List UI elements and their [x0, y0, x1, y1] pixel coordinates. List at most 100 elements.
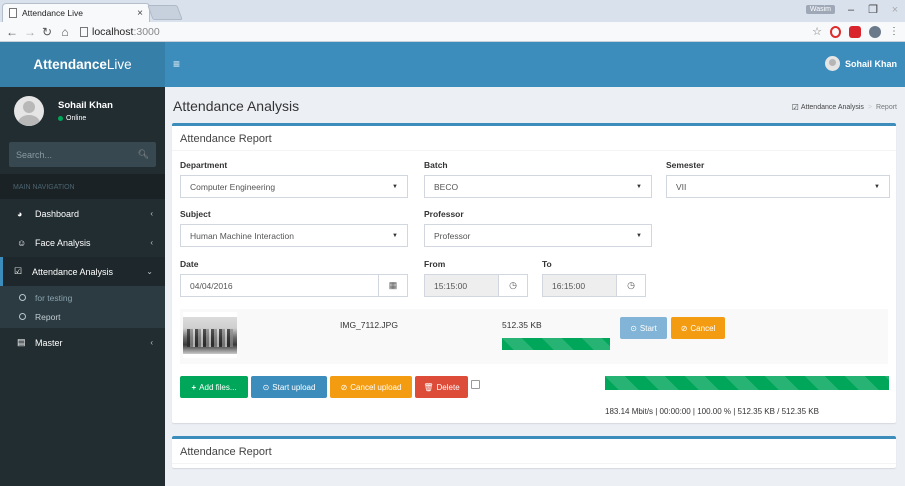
- batch-label: Batch: [424, 160, 448, 170]
- sidebar-item-face-analysis[interactable]: ☺ Face Analysis ‹: [0, 228, 165, 257]
- department-select[interactable]: Computer Engineering ▼: [180, 175, 408, 198]
- avatar: [824, 56, 840, 71]
- address-bar[interactable]: localhost:3000: [78, 24, 812, 39]
- sidebar-item-attendance-analysis[interactable]: ☑ Attendance Analysis ⌄: [0, 257, 165, 286]
- upload-file-row: IMG_7112.JPG 512.35 KB ⊙ Start ⊘ Cancel: [180, 309, 888, 364]
- select-all-checkbox[interactable]: [471, 380, 480, 389]
- reload-icon[interactable]: ↻: [42, 25, 52, 39]
- check-square-icon: ☑: [14, 266, 23, 276]
- file-thumbnail[interactable]: [183, 312, 237, 358]
- back-icon[interactable]: ←: [6, 25, 18, 39]
- content-area: Attendance Analysis ☑ Attendance Analysi…: [165, 87, 905, 486]
- app-logo[interactable]: Attendance Live: [0, 42, 165, 87]
- online-dot-icon: [58, 116, 63, 121]
- window-user-badge[interactable]: Wasim: [805, 5, 835, 14]
- caret-down-icon: ▼: [392, 183, 398, 190]
- box-title: Attendance Report: [172, 126, 896, 151]
- semester-select[interactable]: VII ▼: [666, 175, 890, 198]
- department-label: Department: [180, 160, 228, 170]
- chevron-left-icon: ‹: [150, 209, 153, 218]
- upload-circle-icon: ⊙: [262, 382, 270, 392]
- semester-label: Semester: [666, 160, 705, 170]
- new-tab-button[interactable]: [147, 5, 183, 20]
- search-icon[interactable]: 🔍︎: [138, 149, 149, 160]
- department-group: Department Computer Engineering ▼: [180, 160, 408, 198]
- clock-icon[interactable]: ◷: [498, 275, 527, 296]
- face-icon: ☺: [17, 237, 27, 248]
- header-user-name: Sohail Khan: [844, 58, 897, 69]
- close-window-icon[interactable]: ×: [889, 4, 901, 16]
- professor-group: Professor Professor ▼: [424, 209, 652, 247]
- tab-title: Attendance Live: [22, 8, 83, 18]
- start-upload-button[interactable]: ⊙ Start upload: [251, 376, 327, 398]
- search-input[interactable]: [16, 149, 138, 160]
- subject-group: Subject Human Machine Interaction ▼: [180, 209, 408, 247]
- to-time-input[interactable]: 16:15:00 ◷: [542, 274, 646, 297]
- total-progress-bar: [605, 376, 889, 390]
- breadcrumb: ☑ Attendance Analysis > Report: [791, 103, 897, 112]
- clock-icon[interactable]: ◷: [616, 275, 645, 296]
- progress-info: 183.14 Mbit/s | 00:00:00 | 100.00 % | 51…: [605, 407, 819, 416]
- sidebar: Sohail Khan Online 🔍︎ MAIN NAVIGATION ◕ …: [0, 87, 165, 486]
- cancel-file-button[interactable]: ⊘ Cancel: [671, 317, 725, 339]
- attendance-submenu: for testing Report: [0, 286, 165, 328]
- start-file-button[interactable]: ⊙ Start: [620, 317, 667, 339]
- date-input[interactable]: 04/04/2016 ▦: [180, 274, 408, 297]
- url-text: localhost:3000: [92, 25, 160, 38]
- from-label: From: [424, 259, 446, 269]
- calendar-icon[interactable]: ▦: [378, 275, 407, 296]
- sidebar-item-dashboard[interactable]: ◕ Dashboard ‹: [0, 199, 165, 228]
- from-time-input[interactable]: 15:15:00 ◷: [424, 274, 528, 297]
- professor-select[interactable]: Professor ▼: [424, 224, 652, 247]
- breadcrumb-link[interactable]: Attendance Analysis: [801, 104, 864, 111]
- sidebar-item-master[interactable]: ▤ Master ‹: [0, 328, 165, 357]
- browser-tab[interactable]: Attendance Live ×: [2, 3, 150, 22]
- file-name: IMG_7112.JPG: [340, 320, 398, 330]
- page-icon: [9, 8, 17, 18]
- sidebar-search: 🔍︎: [9, 142, 156, 167]
- user-menu[interactable]: Sohail Khan: [824, 56, 897, 71]
- add-files-button[interactable]: + Add files...: [180, 376, 248, 398]
- delete-button[interactable]: 🗑︎ Delete: [415, 376, 468, 398]
- batch-group: Batch BECO ▼: [424, 160, 652, 198]
- extension-globe-icon[interactable]: [869, 25, 881, 38]
- forward-icon[interactable]: →: [24, 25, 36, 39]
- box-title: Attendance Report: [172, 439, 896, 464]
- file-progress-fill: [502, 338, 610, 350]
- cancel-upload-button[interactable]: ⊘ Cancel upload: [330, 376, 412, 398]
- from-group: From 15:15:00 ◷: [424, 259, 528, 297]
- file-progress-bar: [502, 338, 610, 350]
- circle-icon: [19, 313, 26, 320]
- to-label: To: [542, 259, 552, 269]
- bookmark-star-icon[interactable]: ☆: [812, 25, 822, 38]
- trash-icon: 🗑︎: [423, 382, 434, 392]
- chevron-left-icon: ‹: [150, 238, 153, 247]
- sidebar-subitem-for-testing[interactable]: for testing: [0, 288, 165, 307]
- tab-close-icon[interactable]: ×: [137, 8, 143, 19]
- media-icon[interactable]: [849, 25, 861, 38]
- browser-tabbar: Attendance Live × Wasim – ❐ ×: [0, 0, 905, 22]
- opera-icon[interactable]: [830, 25, 841, 38]
- sidebar-user-name: Sohail Khan: [58, 100, 113, 111]
- window-controls: Wasim – ❐ ×: [805, 3, 901, 16]
- menu-icon[interactable]: ⋮: [889, 26, 899, 37]
- database-icon: ▤: [17, 337, 26, 347]
- sidebar-toggle-icon[interactable]: ≡: [173, 57, 180, 71]
- batch-select[interactable]: BECO ▼: [424, 175, 652, 198]
- chevron-left-icon: ‹: [150, 338, 153, 347]
- semester-group: Semester VII ▼: [666, 160, 890, 198]
- maximize-icon[interactable]: ❐: [867, 3, 879, 16]
- subject-select[interactable]: Human Machine Interaction ▼: [180, 224, 408, 247]
- upload-circle-icon: ⊙: [630, 323, 637, 333]
- report-box: Attendance Report Department Computer En…: [172, 123, 896, 423]
- nav-header: MAIN NAVIGATION: [0, 174, 165, 199]
- top-navbar: ≡ Sohail Khan: [165, 42, 905, 87]
- breadcrumb-current: Report: [875, 104, 897, 111]
- user-panel: Sohail Khan Online: [0, 87, 165, 135]
- user-status: Online: [58, 115, 113, 122]
- sidebar-subitem-report[interactable]: Report: [0, 307, 165, 326]
- caret-down-icon: ▼: [874, 183, 880, 190]
- home-icon[interactable]: ⌂: [60, 25, 70, 39]
- professor-label: Professor: [424, 209, 464, 219]
- minimize-icon[interactable]: –: [845, 4, 857, 16]
